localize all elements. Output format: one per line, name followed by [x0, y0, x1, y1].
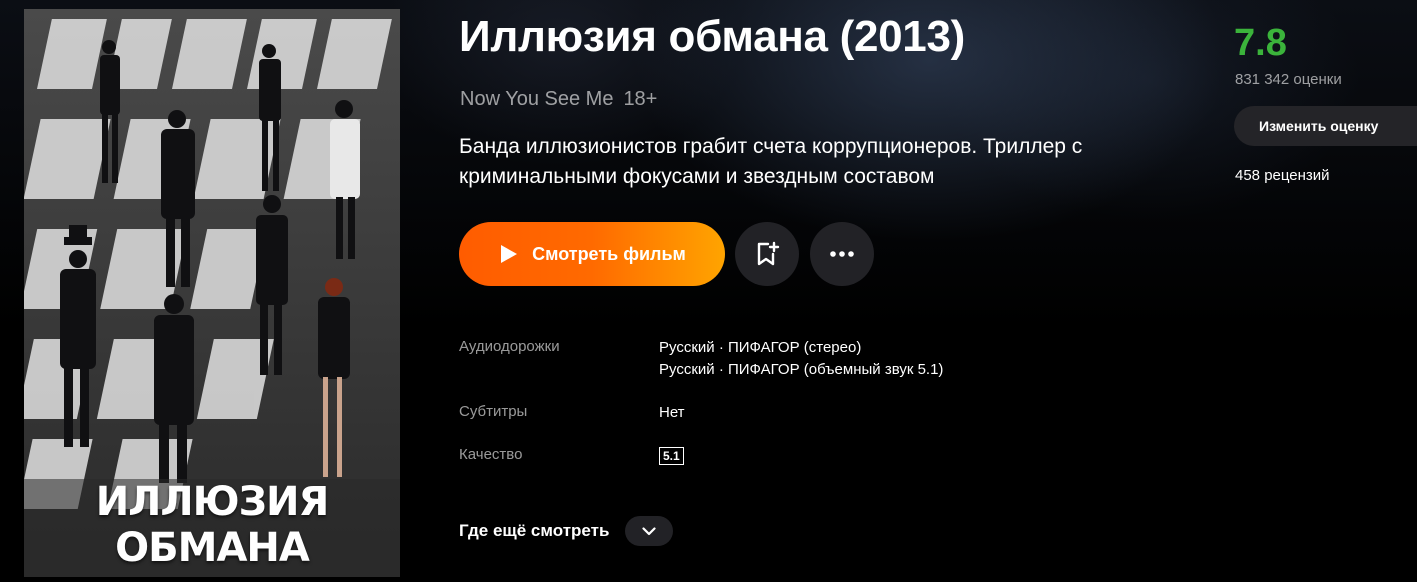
audio-track-item: Русский · ПИФАГОР (объемный звук 5.1) — [659, 361, 944, 378]
reviews-link[interactable]: 458 рецензий — [1235, 167, 1330, 184]
original-title: Now You See Me — [460, 88, 614, 110]
where-else-section: Где ещё смотреть — [459, 516, 674, 546]
play-icon — [501, 245, 518, 263]
original-title-line: Now You See Me 18+ — [460, 88, 657, 111]
rating-count: 831 342 оценки — [1235, 71, 1342, 88]
quality-value: 5.1 — [659, 445, 1059, 467]
movie-poster[interactable]: ИЛЛЮЗИЯ ОБМАНА — [24, 9, 400, 577]
audio-tracks-value: Русский · ПИФАГОР (стерео) Русский · ПИФ… — [659, 337, 1059, 381]
quality-label: Качество — [459, 446, 523, 463]
watch-film-button[interactable]: Смотреть фильм — [459, 222, 725, 286]
where-else-label[interactable]: Где ещё смотреть — [459, 521, 609, 541]
watch-film-label: Смотреть фильм — [532, 243, 686, 264]
chevron-down-icon — [642, 526, 657, 535]
subtitles-value: Нет — [659, 404, 685, 421]
audio-tracks-label: Аудиодорожки — [459, 338, 560, 355]
quality-badge: 5.1 — [659, 447, 684, 465]
change-rating-button[interactable]: Изменить оценку — [1234, 106, 1417, 146]
where-else-toggle-button[interactable] — [625, 516, 674, 546]
more-options-button[interactable] — [810, 222, 874, 286]
rating-value: 7.8 — [1234, 22, 1287, 64]
page-title: Иллюзия обмана (2013) — [459, 12, 965, 61]
poster-title-art: ИЛЛЮЗИЯ ОБМАНА — [95, 479, 330, 571]
add-to-watchlist-button[interactable] — [735, 222, 799, 286]
more-dots-icon — [830, 251, 854, 257]
bookmark-add-icon — [757, 241, 780, 266]
age-rating: 18+ — [623, 88, 658, 110]
short-description: Банда иллюзионистов грабит счета коррупц… — [459, 135, 1083, 188]
subtitles-label: Субтитры — [459, 403, 528, 420]
audio-track-item: Русский · ПИФАГОР (стерео) — [659, 339, 862, 356]
